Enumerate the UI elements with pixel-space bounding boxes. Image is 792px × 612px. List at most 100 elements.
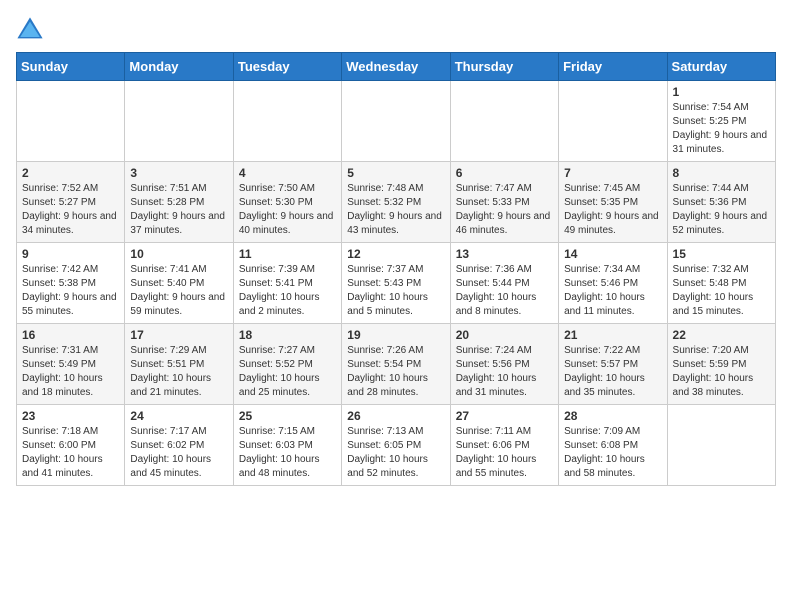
day-number: 7: [564, 166, 661, 180]
calendar-week-row: 23Sunrise: 7:18 AM Sunset: 6:00 PM Dayli…: [17, 405, 776, 486]
day-number: 16: [22, 328, 119, 342]
day-number: 15: [673, 247, 770, 261]
calendar-cell: 21 Sunrise: 7:22 AM Sunset: 5:57 PM Dayli…: [559, 324, 667, 405]
day-number: 12: [347, 247, 444, 261]
calendar-cell: 26 Sunrise: 7:13 AM Sunset: 6:05 PM Dayli…: [342, 405, 450, 486]
day-info: Sunrise: 7:22 AM Sunset: 5:57 PM Dayligh…: [564, 344, 661, 400]
calendar-header-row: SundayMondayTuesdayWednesdayThursdayFrid…: [17, 53, 776, 81]
day-number: 18: [239, 328, 336, 342]
day-info: Sunrise: 7:31 AM Sunset: 5:49 PM Dayligh…: [22, 344, 119, 400]
calendar-table: SundayMondayTuesdayWednesdayThursdayFrid…: [16, 52, 776, 486]
day-info: Sunrise: 7:29 AM Sunset: 5:51 PM Dayligh…: [130, 344, 227, 400]
day-info: Sunrise: 7:52 AM Sunset: 5:27 PM Dayligh…: [22, 182, 119, 238]
day-info: Sunrise: 7:15 AM Sunset: 6:03 PM Dayligh…: [239, 425, 336, 481]
day-info: Sunrise: 7:41 AM Sunset: 5:40 PM Dayligh…: [130, 263, 227, 319]
calendar-cell: 2 Sunrise: 7:52 AM Sunset: 5:27 PM Daylig…: [17, 162, 125, 243]
day-info: Sunrise: 7:32 AM Sunset: 5:48 PM Dayligh…: [673, 263, 770, 319]
day-number: 13: [456, 247, 553, 261]
calendar-cell: 25 Sunrise: 7:15 AM Sunset: 6:03 PM Dayli…: [233, 405, 341, 486]
weekday-header: Sunday: [17, 53, 125, 81]
calendar-cell: 15 Sunrise: 7:32 AM Sunset: 5:48 PM Dayli…: [667, 243, 775, 324]
calendar-cell: 8 Sunrise: 7:44 AM Sunset: 5:36 PM Daylig…: [667, 162, 775, 243]
calendar-cell: 18 Sunrise: 7:27 AM Sunset: 5:52 PM Dayli…: [233, 324, 341, 405]
day-number: 21: [564, 328, 661, 342]
page-header: [16, 16, 776, 44]
calendar-cell: 24 Sunrise: 7:17 AM Sunset: 6:02 PM Dayli…: [125, 405, 233, 486]
calendar-cell: [125, 81, 233, 162]
day-info: Sunrise: 7:36 AM Sunset: 5:44 PM Dayligh…: [456, 263, 553, 319]
calendar-cell: 1 Sunrise: 7:54 AM Sunset: 5:25 PM Daylig…: [667, 81, 775, 162]
calendar-week-row: 9 Sunrise: 7:42 AM Sunset: 5:38 PM Daylig…: [17, 243, 776, 324]
day-number: 4: [239, 166, 336, 180]
weekday-header: Tuesday: [233, 53, 341, 81]
day-info: Sunrise: 7:37 AM Sunset: 5:43 PM Dayligh…: [347, 263, 444, 319]
calendar-cell: [667, 405, 775, 486]
day-info: Sunrise: 7:44 AM Sunset: 5:36 PM Dayligh…: [673, 182, 770, 238]
day-info: Sunrise: 7:42 AM Sunset: 5:38 PM Dayligh…: [22, 263, 119, 319]
day-info: Sunrise: 7:11 AM Sunset: 6:06 PM Dayligh…: [456, 425, 553, 481]
calendar-cell: 9 Sunrise: 7:42 AM Sunset: 5:38 PM Daylig…: [17, 243, 125, 324]
calendar-week-row: 16 Sunrise: 7:31 AM Sunset: 5:49 PM Dayli…: [17, 324, 776, 405]
day-info: Sunrise: 7:45 AM Sunset: 5:35 PM Dayligh…: [564, 182, 661, 238]
calendar-cell: 14 Sunrise: 7:34 AM Sunset: 5:46 PM Dayli…: [559, 243, 667, 324]
day-info: Sunrise: 7:13 AM Sunset: 6:05 PM Dayligh…: [347, 425, 444, 481]
calendar-week-row: 2 Sunrise: 7:52 AM Sunset: 5:27 PM Daylig…: [17, 162, 776, 243]
day-number: 19: [347, 328, 444, 342]
day-number: 25: [239, 409, 336, 423]
day-number: 23: [22, 409, 119, 423]
day-number: 5: [347, 166, 444, 180]
day-number: 14: [564, 247, 661, 261]
day-info: Sunrise: 7:17 AM Sunset: 6:02 PM Dayligh…: [130, 425, 227, 481]
calendar-cell: 6 Sunrise: 7:47 AM Sunset: 5:33 PM Daylig…: [450, 162, 558, 243]
day-number: 2: [22, 166, 119, 180]
day-info: Sunrise: 7:27 AM Sunset: 5:52 PM Dayligh…: [239, 344, 336, 400]
day-number: 26: [347, 409, 444, 423]
calendar-week-row: 1 Sunrise: 7:54 AM Sunset: 5:25 PM Daylig…: [17, 81, 776, 162]
calendar-cell: 10Sunrise: 7:41 AM Sunset: 5:40 PM Dayli…: [125, 243, 233, 324]
day-info: Sunrise: 7:51 AM Sunset: 5:28 PM Dayligh…: [130, 182, 227, 238]
calendar-cell: 3 Sunrise: 7:51 AM Sunset: 5:28 PM Daylig…: [125, 162, 233, 243]
day-info: Sunrise: 7:47 AM Sunset: 5:33 PM Dayligh…: [456, 182, 553, 238]
calendar-cell: 20 Sunrise: 7:24 AM Sunset: 5:56 PM Dayli…: [450, 324, 558, 405]
day-number: 8: [673, 166, 770, 180]
day-number: 9: [22, 247, 119, 261]
weekday-header: Wednesday: [342, 53, 450, 81]
calendar-cell: 19Sunrise: 7:26 AM Sunset: 5:54 PM Dayli…: [342, 324, 450, 405]
calendar-cell: 28Sunrise: 7:09 AM Sunset: 6:08 PM Dayli…: [559, 405, 667, 486]
calendar-cell: 27 Sunrise: 7:11 AM Sunset: 6:06 PM Dayli…: [450, 405, 558, 486]
calendar-cell: 5 Sunrise: 7:48 AM Sunset: 5:32 PM Daylig…: [342, 162, 450, 243]
day-info: Sunrise: 7:34 AM Sunset: 5:46 PM Dayligh…: [564, 263, 661, 319]
day-number: 6: [456, 166, 553, 180]
day-info: Sunrise: 7:24 AM Sunset: 5:56 PM Dayligh…: [456, 344, 553, 400]
day-info: Sunrise: 7:39 AM Sunset: 5:41 PM Dayligh…: [239, 263, 336, 319]
logo: [16, 16, 48, 44]
calendar-cell: 4 Sunrise: 7:50 AM Sunset: 5:30 PM Daylig…: [233, 162, 341, 243]
calendar-cell: [342, 81, 450, 162]
calendar-cell: 22 Sunrise: 7:20 AM Sunset: 5:59 PM Dayli…: [667, 324, 775, 405]
weekday-header: Saturday: [667, 53, 775, 81]
calendar-cell: [17, 81, 125, 162]
weekday-header: Thursday: [450, 53, 558, 81]
day-number: 17: [130, 328, 227, 342]
calendar-cell: 11 Sunrise: 7:39 AM Sunset: 5:41 PM Dayli…: [233, 243, 341, 324]
calendar-cell: 23Sunrise: 7:18 AM Sunset: 6:00 PM Dayli…: [17, 405, 125, 486]
logo-icon: [16, 16, 44, 44]
calendar-cell: [450, 81, 558, 162]
weekday-header: Monday: [125, 53, 233, 81]
weekday-header: Friday: [559, 53, 667, 81]
calendar-cell: 13 Sunrise: 7:36 AM Sunset: 5:44 PM Dayli…: [450, 243, 558, 324]
day-info: Sunrise: 7:54 AM Sunset: 5:25 PM Dayligh…: [673, 101, 770, 157]
calendar-cell: 7 Sunrise: 7:45 AM Sunset: 5:35 PM Daylig…: [559, 162, 667, 243]
day-number: 20: [456, 328, 553, 342]
calendar-cell: [233, 81, 341, 162]
day-number: 24: [130, 409, 227, 423]
day-number: 1: [673, 85, 770, 99]
calendar-cell: [559, 81, 667, 162]
day-number: 27: [456, 409, 553, 423]
day-number: 11: [239, 247, 336, 261]
day-info: Sunrise: 7:20 AM Sunset: 5:59 PM Dayligh…: [673, 344, 770, 400]
day-number: 3: [130, 166, 227, 180]
day-number: 22: [673, 328, 770, 342]
day-info: Sunrise: 7:48 AM Sunset: 5:32 PM Dayligh…: [347, 182, 444, 238]
day-info: Sunrise: 7:50 AM Sunset: 5:30 PM Dayligh…: [239, 182, 336, 238]
